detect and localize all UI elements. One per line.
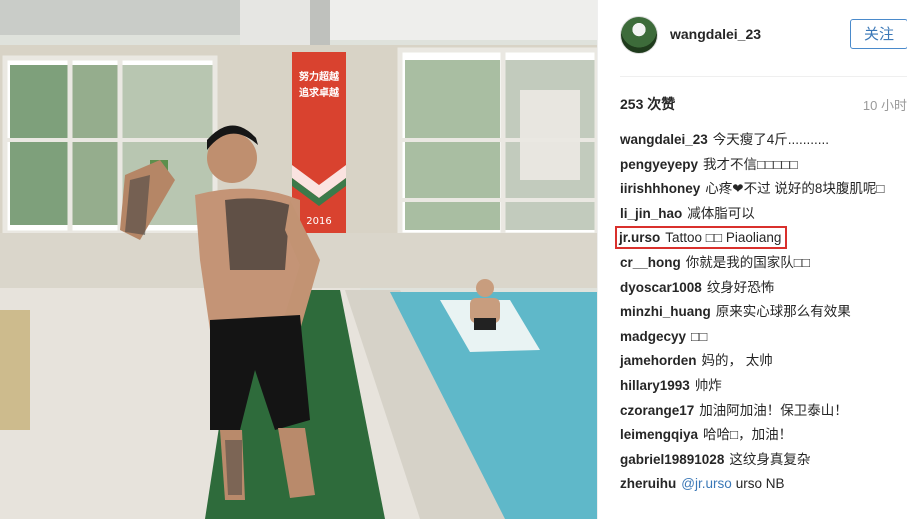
comment-user[interactable]: cr__hong [620, 255, 681, 270]
comment-user[interactable]: iirishhhoney [620, 181, 700, 196]
comment: iirishhhoney 心疼❤不过 说好的8块腹肌呢□ [620, 179, 907, 198]
post-photo: 努力超越 追求卓越 2016 [0, 0, 597, 519]
comment-text: 心疼❤不过 说好的8块腹肌呢□ [705, 181, 885, 197]
likes-count[interactable]: 253 次赞 [620, 94, 675, 114]
comment: pengyeyepy 我才不信□□□□□ [620, 155, 907, 174]
comment-text: 加油阿加油！保卫泰山！ [699, 402, 848, 418]
comment: leimengqiya 哈哈□，加油！ [620, 425, 907, 444]
comment: cr__hong 你就是我的国家队□□ [620, 253, 907, 272]
comment-text: □□ [691, 328, 708, 344]
comment-user[interactable]: leimengqiya [620, 427, 698, 442]
banner-line1: 努力超越 [299, 70, 340, 83]
comment-text: Tattoo □□ Piaoliang [665, 230, 782, 246]
mention-link[interactable]: @jr.urso [681, 476, 731, 491]
header-divider [620, 76, 907, 77]
comment-text: 原来实心球那么有效果 [715, 304, 851, 320]
post-header: wangdalei_23 关注 [598, 0, 907, 70]
comment: wangdalei_23 今天瘦了4斤........... [620, 130, 907, 149]
comment-user[interactable]: jr.urso [619, 230, 660, 245]
comment: minzhi_huang 原来实心球那么有效果 [620, 302, 907, 321]
comment-text: 帅炸 [694, 377, 722, 393]
comment-user[interactable]: jamehorden [620, 353, 697, 368]
comment-text: 这纹身真复杂 [729, 451, 811, 467]
comment: hillary1993 帅炸 [620, 376, 907, 395]
comment-text: 我才不信□□□□□ [703, 156, 798, 172]
comment-text: 减体脂可以 [687, 205, 755, 221]
comment: jamehorden 妈的， 太帅 [620, 351, 907, 370]
banner-line2: 追求卓越 [299, 86, 340, 99]
comment-text: 哈哈□，加油！ [703, 427, 793, 443]
comment: madgecyy □□ [620, 327, 907, 346]
comment-text: 纹身好恐怖 [706, 279, 775, 295]
comment-user[interactable]: czorange17 [620, 403, 694, 418]
comment-text: urso NB [735, 476, 785, 492]
comment-text: 你就是我的国家队□□ [685, 254, 811, 270]
comment: li_jin_hao 减体脂可以 [620, 204, 907, 223]
banner-year: 2016 [306, 216, 331, 227]
comment-user[interactable]: zheruihu [620, 476, 676, 491]
comment: czorange17 加油阿加油！保卫泰山！ [620, 401, 907, 420]
comment-user[interactable]: gabriel19891028 [620, 452, 724, 467]
comments-panel: wangdalei_23 关注 253 次赞 10 小时 wangdalei_2… [597, 0, 907, 519]
follow-button[interactable]: 关注 [850, 19, 907, 49]
comment-user[interactable]: dyoscar1008 [620, 280, 702, 295]
comment-user[interactable]: li_jin_hao [620, 206, 682, 221]
avatar[interactable] [620, 16, 658, 54]
comment-text: 今天瘦了4斤........... [712, 132, 830, 147]
highlighted-comment: jr.urso Tattoo □□ Piaoliang [614, 226, 788, 250]
comment-user[interactable]: hillary1993 [620, 378, 690, 393]
comment: gabriel19891028 这纹身真复杂 [620, 450, 907, 469]
username-link[interactable]: wangdalei_23 [670, 26, 761, 42]
comment-user[interactable]: pengyeyepy [620, 157, 698, 172]
comment: zheruihu @jr.urso urso NB [620, 474, 907, 493]
highlighted-comment-wrap: jr.urso Tattoo □□ Piaoliang [614, 226, 907, 253]
comment-list: wangdalei_23 今天瘦了4斤........... pengyeyepy… [614, 130, 907, 499]
comment: dyoscar1008 纹身好恐怖 [620, 278, 907, 297]
comment-user[interactable]: madgecyy [620, 329, 686, 344]
comment-user[interactable]: minzhi_huang [620, 304, 711, 319]
post-time: 10 小时 [862, 98, 907, 113]
comment-text: 妈的， 太帅 [701, 353, 773, 369]
comment-user[interactable]: wangdalei_23 [620, 132, 708, 147]
